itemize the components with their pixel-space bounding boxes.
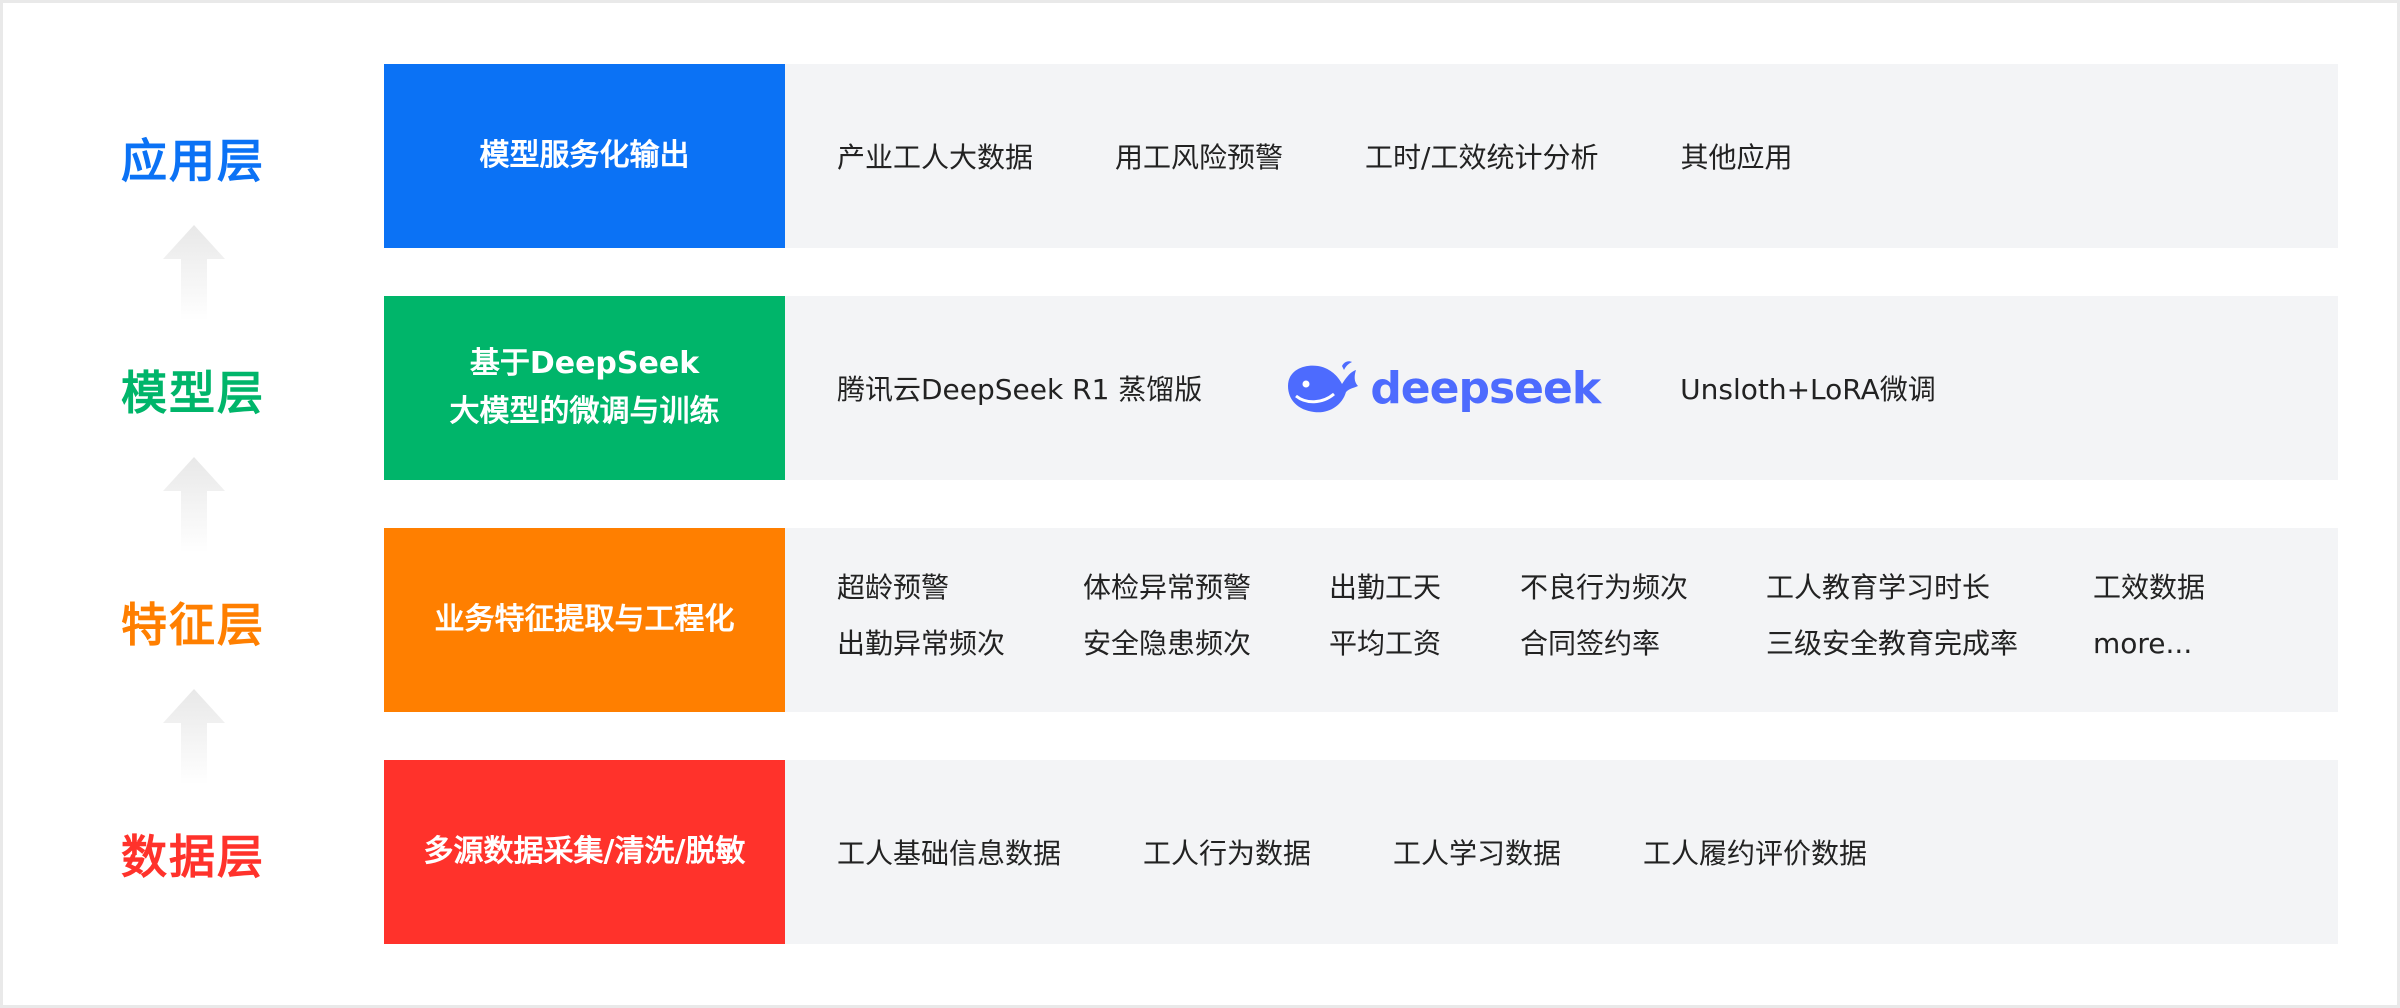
feature-item: 安全隐患频次 <box>1083 627 1252 660</box>
feature-item: 合同签约率 <box>1520 627 1661 660</box>
data-item: 工人行为数据 <box>1143 837 1312 870</box>
layer-label-data: 数据层 <box>121 830 265 884</box>
feature-item-more: more... <box>2093 627 2193 660</box>
model-title-line2: 大模型的微调与训练 <box>449 394 720 429</box>
data-item: 工人学习数据 <box>1393 837 1562 870</box>
model-layer-row: 基于DeepSeek 大模型的微调与训练 腾讯云DeepSeek R1 蒸馏版 … <box>384 296 2338 480</box>
data-layer-title: 多源数据采集/清洗/脱敏 <box>384 760 785 944</box>
app-layer-items: 产业工人大数据 用工风险预警 工时/工效统计分析 其他应用 <box>785 64 2338 248</box>
model-item: Unsloth+LoRA微调 <box>1680 373 1936 406</box>
feature-item: 超龄预警 <box>837 571 950 604</box>
app-layer-row: 模型服务化输出 产业工人大数据 用工风险预警 工时/工效统计分析 其他应用 <box>384 64 2338 248</box>
app-layer-title: 模型服务化输出 <box>384 64 785 248</box>
logo-wordmark: deepseek <box>1370 362 1601 414</box>
data-item: 工人履约评价数据 <box>1643 837 1868 870</box>
architecture-diagram: 应用层 模型层 特征层 数据层 模型服务化输出 产业工人大数据 用工风险预警 工… <box>3 3 2397 1005</box>
layer-label-app: 应用层 <box>121 134 265 188</box>
feature-item: 体检异常预警 <box>1083 571 1252 604</box>
app-item: 产业工人大数据 <box>837 141 1034 174</box>
up-arrow-icon <box>163 689 225 785</box>
feature-item: 工人教育学习时长 <box>1766 571 1991 604</box>
feature-item: 平均工资 <box>1329 627 1442 660</box>
layer-label-model: 模型层 <box>121 366 265 420</box>
model-item: 腾讯云DeepSeek R1 蒸馏版 <box>837 373 1203 406</box>
data-item: 工人基础信息数据 <box>837 837 1062 870</box>
up-arrow-icon <box>163 225 225 321</box>
feature-item: 出勤异常频次 <box>837 627 1006 660</box>
layer-label-feature: 特征层 <box>121 598 265 652</box>
data-layer-row: 多源数据采集/清洗/脱敏 工人基础信息数据 工人行为数据 工人学习数据 工人履约… <box>384 760 2338 944</box>
model-layer-items: 腾讯云DeepSeek R1 蒸馏版 deepseek Unsloth+LoRA… <box>785 296 2338 480</box>
model-layer-title: 基于DeepSeek 大模型的微调与训练 <box>384 296 785 480</box>
feature-item: 三级安全教育完成率 <box>1766 627 2019 660</box>
app-item: 其他应用 <box>1680 141 1793 174</box>
up-arrow-icon <box>163 457 225 553</box>
feature-layer-row: 业务特征提取与工程化 超龄预警 体检异常预警 出勤工天 不良行为频次 工人教育学… <box>384 528 2338 712</box>
model-title-line1: 基于DeepSeek <box>469 346 700 381</box>
deepseek-logo: deepseek <box>1284 358 1601 418</box>
feature-layer-title: 业务特征提取与工程化 <box>384 528 785 712</box>
app-item: 用工风险预警 <box>1115 141 1284 174</box>
whale-icon <box>1288 361 1359 413</box>
feature-item: 出勤工天 <box>1329 571 1442 604</box>
app-item: 工时/工效统计分析 <box>1365 141 1599 174</box>
feature-item: 工效数据 <box>2093 571 2206 604</box>
feature-item: 不良行为频次 <box>1520 571 1689 604</box>
data-layer-items: 工人基础信息数据 工人行为数据 工人学习数据 工人履约评价数据 <box>785 760 2338 944</box>
